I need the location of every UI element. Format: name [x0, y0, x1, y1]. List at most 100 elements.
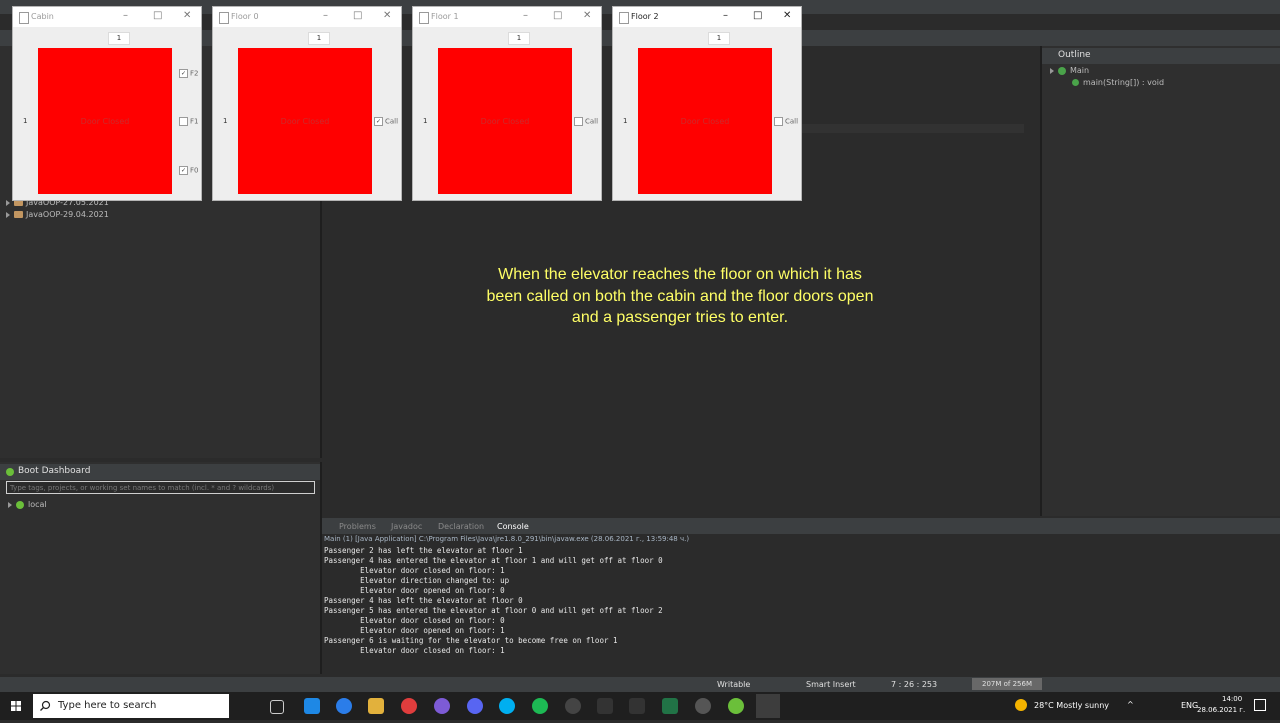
app-icon[interactable]: [597, 698, 613, 714]
console-line: Passenger 2 has left the elevator at flo…: [324, 546, 523, 555]
weather-text[interactable]: 28°C Mostly sunny: [1034, 701, 1109, 710]
maximize-button[interactable]: □: [153, 10, 162, 21]
window-cabin: Cabin – □ ✕ 1 1 Door Closed ✓ F2 F1 ✓ F0: [12, 6, 202, 201]
cabin-door: Door Closed: [38, 48, 172, 194]
notifications-icon[interactable]: [1254, 699, 1266, 711]
spring-icon: [6, 468, 14, 476]
heap-status[interactable]: 207M of 256M: [972, 678, 1042, 690]
task-view-icon[interactable]: [270, 700, 284, 714]
excel-icon[interactable]: [662, 698, 678, 714]
start-button[interactable]: [0, 692, 32, 720]
clock-time[interactable]: 14:00: [1222, 695, 1242, 703]
collapse-icon[interactable]: [1050, 67, 1054, 74]
call-checkbox[interactable]: Call: [774, 117, 798, 126]
close-button[interactable]: ✕: [583, 10, 591, 21]
opera-icon[interactable]: [401, 698, 417, 714]
weather-icon: [1015, 699, 1027, 711]
elevator-level-indicator[interactable]: 1: [108, 32, 130, 45]
app-icon[interactable]: [629, 698, 645, 714]
java-icon: [219, 12, 229, 24]
status-position: 7 : 26 : 253: [891, 680, 938, 689]
language-indicator[interactable]: ENG: [1181, 701, 1198, 710]
viber-icon[interactable]: [434, 698, 450, 714]
cabin-button-f0[interactable]: ✓ F0: [179, 166, 198, 175]
floor-number: 1: [223, 117, 228, 125]
tab-boot-dashboard[interactable]: Boot Dashboard: [18, 466, 90, 476]
java-app-icon[interactable]: [756, 694, 780, 718]
file-explorer-icon[interactable]: [368, 698, 384, 714]
tab-console[interactable]: Console: [497, 522, 529, 531]
expand-icon[interactable]: [6, 211, 10, 218]
tab-problems[interactable]: Problems: [339, 522, 376, 531]
call-checkbox[interactable]: Call: [574, 117, 598, 126]
system-tray: 28°C Mostly sunny ^ ENG 14:00 28.06.2021…: [1010, 694, 1280, 718]
boot-search-input[interactable]: Type tags, projects, or working set name…: [6, 481, 315, 494]
minimize-button[interactable]: –: [123, 10, 128, 21]
minimize-button[interactable]: –: [323, 10, 328, 21]
status-insert-mode: Smart Insert: [806, 680, 856, 689]
steam-icon[interactable]: [565, 698, 581, 714]
console-line: Elevator direction changed to: up: [324, 576, 510, 585]
spring-icon: [16, 500, 24, 509]
tab-javadoc[interactable]: Javadoc: [391, 522, 422, 531]
call-checkbox[interactable]: ✓ Call: [374, 117, 398, 126]
close-button[interactable]: ✕: [183, 10, 191, 21]
edge-icon[interactable]: [336, 698, 352, 714]
video-caption: When the elevator reaches the floor on w…: [486, 266, 874, 326]
minimize-button[interactable]: –: [523, 10, 528, 21]
search-icon: [40, 700, 51, 711]
boot-item-local[interactable]: local: [8, 500, 47, 509]
outline-view: Outline Main main(String[]) : void: [1040, 46, 1280, 516]
console-line: Passenger 4 has left the elevator at flo…: [324, 596, 523, 605]
minimize-button[interactable]: –: [723, 10, 728, 21]
console-line: Elevator door closed on floor: 1: [324, 646, 505, 655]
taskbar-search[interactable]: Type here to search: [33, 694, 229, 718]
skype-icon[interactable]: [499, 698, 515, 714]
app-icon[interactable]: [695, 698, 711, 714]
expand-icon[interactable]: [6, 199, 10, 206]
console-line: Elevator door closed on floor: 0: [324, 616, 505, 625]
elevator-level-indicator[interactable]: 1: [308, 32, 330, 45]
close-button[interactable]: ✕: [783, 10, 791, 21]
class-icon: [1058, 66, 1066, 75]
floor-number: 1: [23, 117, 28, 125]
expand-icon[interactable]: [8, 501, 12, 508]
editor-current-line: [802, 124, 1024, 133]
java-icon: [619, 12, 629, 24]
close-button[interactable]: ✕: [383, 10, 391, 21]
java-icon: [19, 12, 29, 24]
window-floor-1: Floor 1 – □ ✕ 1 1 Door Closed Call: [412, 6, 602, 201]
window-titlebar[interactable]: Floor 1 – □ ✕: [413, 7, 601, 27]
floor-number: 1: [623, 117, 628, 125]
spring-tools-icon[interactable]: [728, 698, 744, 714]
console-header: Main (1) [Java Application] C:\Program F…: [324, 535, 690, 543]
tray-chevron-icon[interactable]: ^: [1127, 700, 1134, 709]
floor-number: 1: [423, 117, 428, 125]
windows-logo-icon: [11, 701, 21, 711]
elevator-level-indicator[interactable]: 1: [708, 32, 730, 45]
maximize-button[interactable]: □: [353, 10, 362, 21]
spotify-icon[interactable]: [532, 698, 548, 714]
tab-outline[interactable]: Outline: [1058, 50, 1091, 60]
window-titlebar[interactable]: Floor 0 – □ ✕: [213, 7, 401, 27]
clock-date[interactable]: 28.06.2021 г.: [1197, 706, 1245, 714]
maximize-button[interactable]: □: [553, 10, 562, 21]
floor-door: Door Closed: [238, 48, 372, 194]
discord-icon[interactable]: [467, 698, 483, 714]
window-titlebar[interactable]: Cabin – □ ✕: [13, 7, 201, 27]
cabin-button-f1[interactable]: F1: [179, 117, 198, 126]
java-icon: [419, 12, 429, 24]
outline-node-method[interactable]: main(String[]) : void: [1072, 78, 1164, 87]
outline-node-class[interactable]: Main: [1050, 66, 1089, 75]
project-item[interactable]: JavaOOP-29.04.2021: [6, 210, 109, 219]
console-line: Elevator door opened on floor: 0: [324, 586, 505, 595]
elevator-level-indicator[interactable]: 1: [508, 32, 530, 45]
window-titlebar[interactable]: Floor 2 – □ ✕: [613, 7, 801, 27]
status-bar: Writable Smart Insert 7 : 26 : 253: [0, 676, 1280, 693]
app-icon[interactable]: [304, 698, 320, 714]
maximize-button[interactable]: □: [753, 10, 762, 21]
cabin-button-f2[interactable]: ✓ F2: [179, 69, 198, 78]
boot-tabbar: Boot Dashboard: [0, 464, 320, 480]
tab-declaration[interactable]: Declaration: [438, 522, 484, 531]
status-writable: Writable: [717, 680, 751, 689]
